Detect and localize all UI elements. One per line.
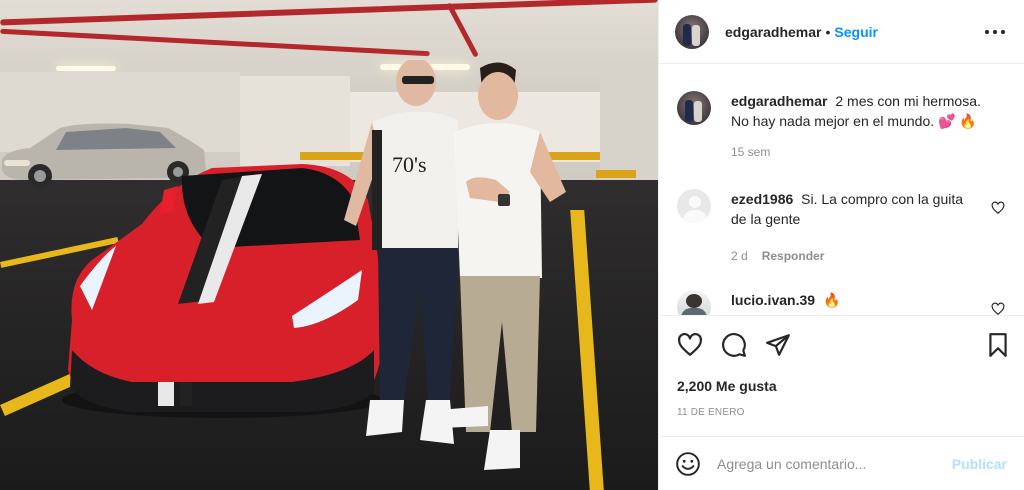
- comment-like-heart-icon[interactable]: [991, 201, 1005, 215]
- author-avatar[interactable]: [675, 14, 709, 49]
- post-date: 11 DE ENERO: [677, 407, 745, 418]
- wall-stripe: [596, 170, 636, 178]
- commenter-username[interactable]: lucio.ivan.39: [731, 292, 815, 308]
- caption-age[interactable]: 15 sem: [731, 145, 770, 159]
- caption: edgaradhemar 2 mes con mi hermosa. No ha…: [677, 91, 1017, 159]
- commenter-avatar[interactable]: [677, 290, 711, 315]
- post-header: edgaradhemar • Seguir: [659, 0, 1024, 64]
- comment-item: ezed1986 Si. La compro con la guita de l…: [677, 189, 1017, 263]
- man-right: [440, 62, 566, 470]
- bookmark-icon[interactable]: [985, 332, 1011, 358]
- publish-button[interactable]: Publicar: [952, 456, 1007, 472]
- comments-list[interactable]: edgaradhemar 2 mes con mi hermosa. No ha…: [659, 65, 1024, 315]
- comment-age[interactable]: 2 d: [731, 249, 748, 263]
- follow-button[interactable]: Seguir: [834, 24, 878, 40]
- reply-button[interactable]: Responder: [762, 249, 825, 263]
- more-options-icon[interactable]: [985, 22, 1005, 42]
- commenter-username[interactable]: ezed1986: [731, 191, 793, 207]
- author-username[interactable]: edgaradhemar: [725, 24, 821, 40]
- share-icon[interactable]: [765, 332, 791, 358]
- comment-icon[interactable]: [721, 332, 747, 358]
- svg-text:70's: 70's: [392, 152, 427, 177]
- header-separator: •: [825, 23, 831, 40]
- comment-text: 🔥: [822, 292, 841, 308]
- heart-icon[interactable]: [677, 332, 703, 358]
- emoji-icon[interactable]: [675, 451, 701, 477]
- caption-avatar[interactable]: [677, 91, 711, 125]
- caption-username[interactable]: edgaradhemar: [731, 93, 827, 109]
- like-count[interactable]: 2,200 Me gusta: [677, 378, 777, 394]
- ceiling-light: [56, 66, 116, 71]
- post-photo[interactable]: 70's: [0, 0, 658, 490]
- comment-item: lucio.ivan.39 🔥: [677, 290, 1017, 315]
- commenter-avatar[interactable]: [677, 189, 711, 223]
- comment-input[interactable]: [717, 455, 952, 472]
- post-actions: 2,200 Me gusta 11 DE ENERO: [659, 315, 1024, 435]
- comment-composer: Publicar: [659, 436, 1024, 490]
- post-sidebar: edgaradhemar • Seguir edgaradhemar 2 mes…: [658, 0, 1024, 490]
- comment-like-heart-icon[interactable]: [991, 302, 1005, 315]
